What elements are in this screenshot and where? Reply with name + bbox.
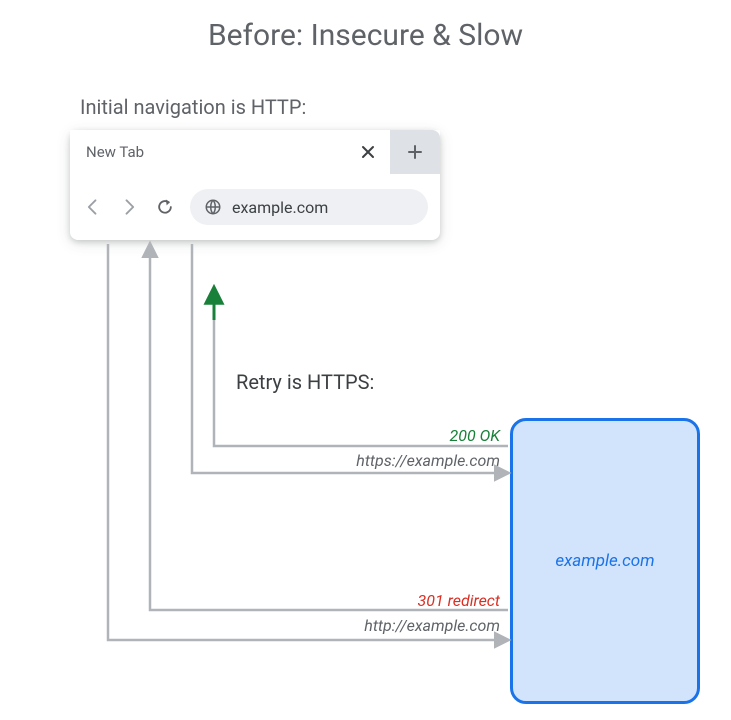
diagram-subtitle: Initial navigation is HTTP: — [80, 95, 306, 119]
new-tab-button[interactable] — [390, 130, 440, 174]
status-200: 200 OK — [300, 426, 500, 445]
browser-tab[interactable]: New Tab — [70, 130, 390, 174]
reload-icon[interactable] — [154, 196, 176, 218]
omnibox[interactable]: example.com — [190, 189, 428, 225]
forward-icon[interactable] — [118, 196, 140, 218]
server-box: example.com — [510, 418, 700, 704]
omnibox-text: example.com — [232, 198, 328, 217]
globe-icon — [204, 198, 222, 216]
status-301: 301 redirect — [300, 591, 500, 610]
browser-window: New Tab example.co — [70, 130, 440, 240]
browser-toolbar: example.com — [70, 174, 440, 240]
server-label: example.com — [555, 551, 654, 571]
diagram-title: Before: Insecure & Slow — [0, 18, 731, 53]
tab-strip: New Tab — [70, 130, 440, 174]
url-https: https://example.com — [300, 451, 500, 470]
close-icon[interactable] — [358, 142, 378, 162]
diagram-stage: Before: Insecure & Slow Initial navigati… — [0, 0, 731, 720]
tab-label: New Tab — [86, 143, 144, 161]
retry-caption: Retry is HTTPS: — [236, 370, 374, 394]
back-icon[interactable] — [82, 196, 104, 218]
url-http: http://example.com — [300, 616, 500, 635]
